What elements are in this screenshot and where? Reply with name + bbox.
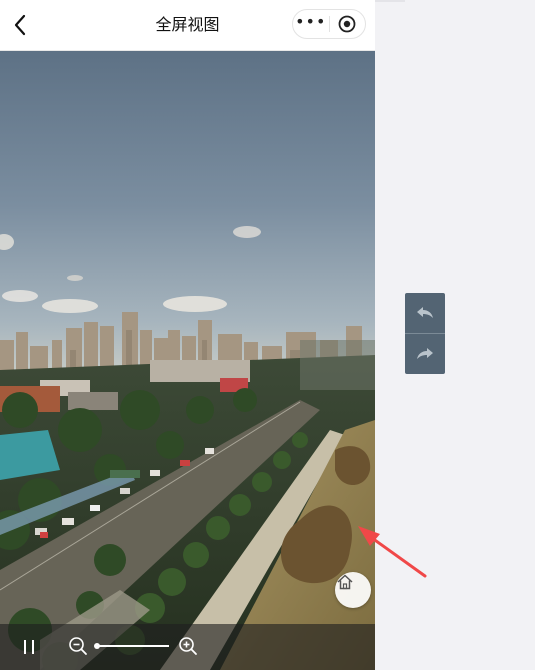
- undo-button[interactable]: [405, 293, 445, 333]
- zoom-out-icon: [69, 637, 87, 655]
- home-button[interactable]: [335, 572, 371, 608]
- panorama-control-bar: [0, 624, 375, 670]
- mini-program-capsule: •••: [292, 9, 366, 39]
- panorama-view[interactable]: [0, 50, 375, 670]
- zoom-slider-knob[interactable]: [94, 643, 100, 649]
- more-dots-icon: •••: [295, 12, 327, 31]
- close-mini-program-button[interactable]: [330, 10, 366, 38]
- undo-arrow-icon: [417, 307, 433, 318]
- phone-screen: 全屏视图 •••: [0, 0, 375, 670]
- page: 全屏视图 •••: [0, 0, 535, 670]
- more-button[interactable]: •••: [293, 10, 329, 38]
- pause-button[interactable]: [19, 637, 39, 657]
- top-navigation-bar: 全屏视图 •••: [0, 0, 375, 51]
- panorama-scene-image: [0, 226, 375, 670]
- undo-redo-panel: [405, 293, 445, 374]
- divider: [375, 0, 405, 2]
- pause-icon: [24, 640, 34, 654]
- chevron-left-icon: [14, 14, 26, 36]
- home-icon: [337, 574, 353, 590]
- target-circle-icon: [338, 15, 356, 33]
- zoom-in-icon: [179, 637, 197, 655]
- zoom-in-button[interactable]: [178, 636, 198, 656]
- redo-button[interactable]: [405, 334, 445, 374]
- zoom-slider[interactable]: [94, 643, 169, 649]
- back-button[interactable]: [8, 10, 32, 40]
- redo-arrow-icon: [417, 348, 433, 359]
- zoom-out-button[interactable]: [68, 636, 88, 656]
